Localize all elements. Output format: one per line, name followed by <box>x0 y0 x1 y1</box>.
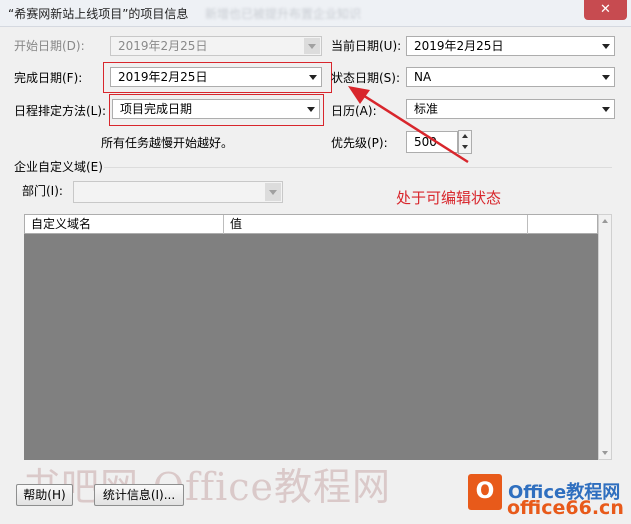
custom-fields-grid-body[interactable] <box>24 234 598 460</box>
current-date-field[interactable]: 2019年2月25日 <box>406 36 615 56</box>
start-date-field: 2019年2月25日 <box>110 36 322 56</box>
column-header-blank <box>528 215 597 235</box>
chevron-down-icon[interactable] <box>309 75 317 80</box>
department-dropdown-button <box>265 183 281 201</box>
finish-date-value: 2019年2月25日 <box>118 70 208 84</box>
logo-text-line2: office66.cn <box>507 497 624 519</box>
close-button[interactable]: ✕ <box>584 0 627 20</box>
annotation-arrow-icon <box>348 86 469 164</box>
chevron-down-icon <box>308 44 316 49</box>
schedule-from-label: 日程排定方法(L): <box>14 104 107 118</box>
column-header-field-name[interactable]: 自定义域名 <box>25 215 224 235</box>
start-date-dropdown-button <box>304 38 320 54</box>
window-title: “希赛网新站上线项目”的项目信息 <box>8 7 189 21</box>
watermark: 书吧网-Office教程网 <box>22 465 392 509</box>
current-date-label: 当前日期(U): <box>331 39 402 53</box>
current-date-value: 2019年2月25日 <box>414 39 504 53</box>
schedule-from-value: 项目完成日期 <box>120 102 193 116</box>
schedule-from-field[interactable]: 项目完成日期 <box>112 99 320 119</box>
scroll-down-icon[interactable] <box>602 451 608 455</box>
chevron-down-icon[interactable] <box>307 107 315 112</box>
scroll-up-icon[interactable] <box>602 219 608 223</box>
title-bar: “希赛网新站上线项目”的项目信息 新增也已被提升布置企业知识 ✕ <box>0 0 631 27</box>
finish-date-field[interactable]: 2019年2月25日 <box>110 67 322 87</box>
department-field <box>73 181 283 203</box>
grid-scrollbar[interactable] <box>598 214 612 460</box>
annotation-text: 处于可编辑状态 <box>396 189 502 207</box>
start-date-label: 开始日期(D): <box>14 39 85 53</box>
chevron-down-icon[interactable] <box>602 44 610 49</box>
chevron-down-icon <box>269 190 277 195</box>
office-logo-icon: O <box>468 474 502 510</box>
department-label: 部门(I): <box>22 184 63 198</box>
help-button[interactable]: 帮助(H) <box>16 484 73 506</box>
chevron-down-icon[interactable] <box>602 75 610 80</box>
start-date-value: 2019年2月25日 <box>118 39 208 53</box>
statistics-button[interactable]: 统计信息(I)... <box>94 484 184 506</box>
window-title-blurred: 新增也已被提升布置企业知识 <box>205 7 362 21</box>
column-header-value[interactable]: 值 <box>224 215 528 235</box>
custom-fields-header: 自定义域名 值 <box>24 214 598 235</box>
chevron-down-icon[interactable] <box>602 107 610 112</box>
finish-date-label: 完成日期(F): <box>14 71 83 85</box>
schedule-note: 所有任务越慢开始越好。 <box>101 136 234 150</box>
enterprise-section-label: 企业自定义域(E) <box>14 160 103 174</box>
